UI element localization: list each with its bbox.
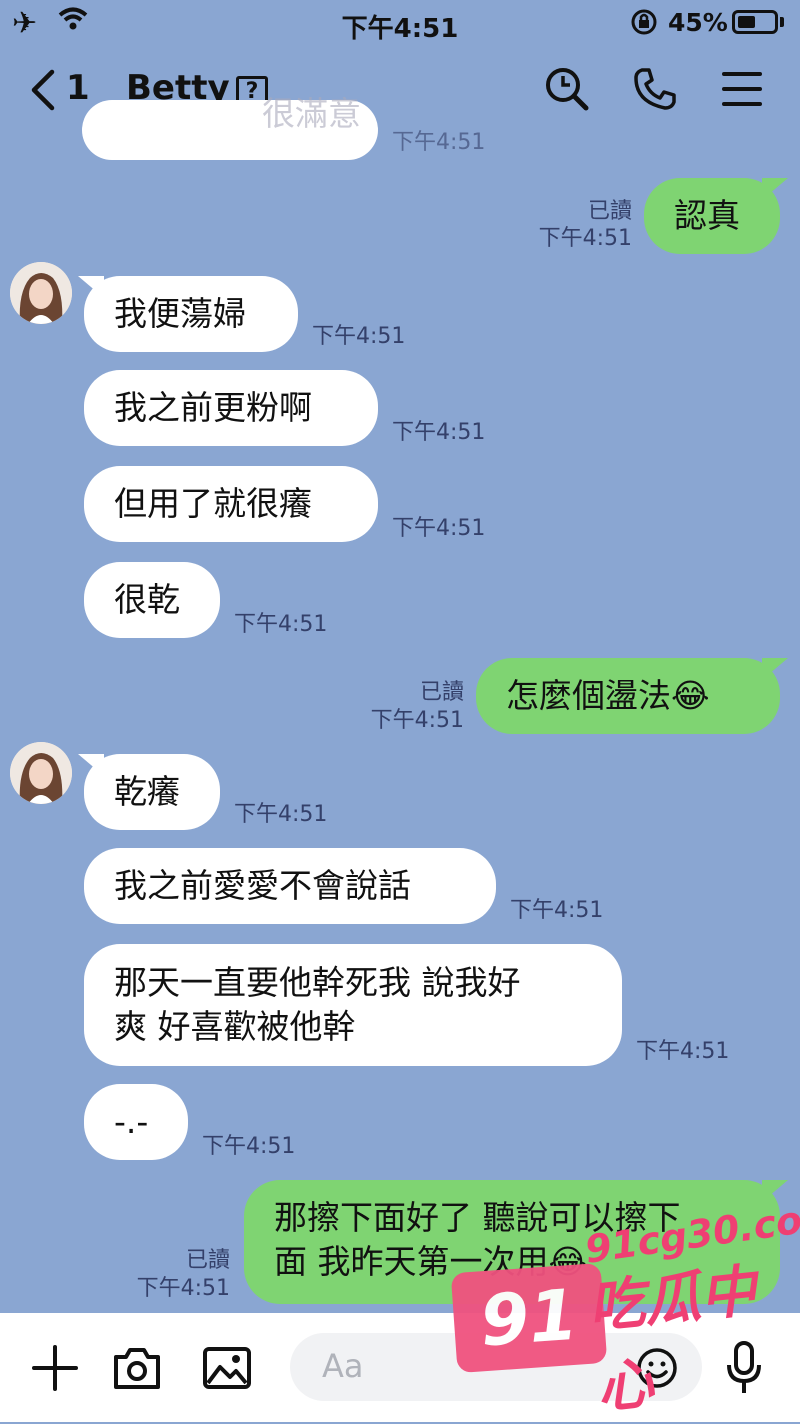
- message-time: 下午4:51: [136, 1276, 230, 1301]
- message-time: 下午4:51: [636, 1039, 730, 1064]
- message-time: 下午4:51: [392, 516, 486, 541]
- bubble-tail: [762, 178, 788, 200]
- message-bubble[interactable]: 那天一直要他幹死我 說我好 爽 好喜歡被他幹: [84, 944, 622, 1066]
- avatar[interactable]: [10, 262, 72, 324]
- message-bubble[interactable]: 我之前愛愛不會說話: [84, 848, 496, 924]
- message-time: 下午4:51: [234, 612, 328, 637]
- message-bubble[interactable]: 認真: [644, 178, 780, 254]
- message-bubble[interactable]: -.-: [84, 1084, 188, 1160]
- image-icon[interactable]: [202, 1345, 252, 1395]
- message-time: 下午4:51: [510, 898, 604, 923]
- message-bubble[interactable]: 我便蕩婦: [84, 276, 298, 352]
- message-bubble[interactable]: 我之前更粉啊: [84, 370, 378, 446]
- message-bubble-partial: 很滿意: [82, 94, 378, 160]
- phone-icon[interactable]: [632, 66, 678, 116]
- message-bubble[interactable]: 乾癢: [84, 754, 220, 830]
- bubble-tail: [762, 658, 788, 680]
- lock-rotation-icon: [630, 8, 658, 40]
- message-bubble[interactable]: 但用了就很癢: [84, 466, 378, 542]
- message-time: 下午4:51: [392, 130, 486, 155]
- menu-icon[interactable]: [722, 70, 762, 112]
- message-time: 下午4:51: [312, 324, 406, 349]
- plus-icon[interactable]: [32, 1345, 78, 1395]
- battery-icon: [732, 10, 778, 34]
- back-icon[interactable]: [28, 68, 58, 116]
- message-time: 下午4:51: [202, 1134, 296, 1159]
- message-input-placeholder: Aa: [322, 1347, 364, 1385]
- message-time: 下午4:51: [234, 802, 328, 827]
- status-bar: ✈ 下午4:51 45%: [0, 0, 800, 48]
- watermark-badge: 91: [450, 1262, 608, 1374]
- message-bubble[interactable]: 怎麼個盪法😂: [476, 658, 780, 734]
- camera-icon[interactable]: [112, 1345, 162, 1395]
- message-time: 下午4:51: [538, 226, 632, 251]
- watermark-text: 吃瓜中心: [585, 1258, 760, 1422]
- battery-percent: 45%: [668, 8, 728, 37]
- message-time: 下午4:51: [370, 708, 464, 733]
- message-bubble[interactable]: 很乾: [84, 562, 220, 638]
- message-time: 下午4:51: [392, 420, 486, 445]
- avatar[interactable]: [10, 742, 72, 804]
- search-icon[interactable]: [544, 66, 590, 116]
- back-count[interactable]: 1: [66, 68, 90, 108]
